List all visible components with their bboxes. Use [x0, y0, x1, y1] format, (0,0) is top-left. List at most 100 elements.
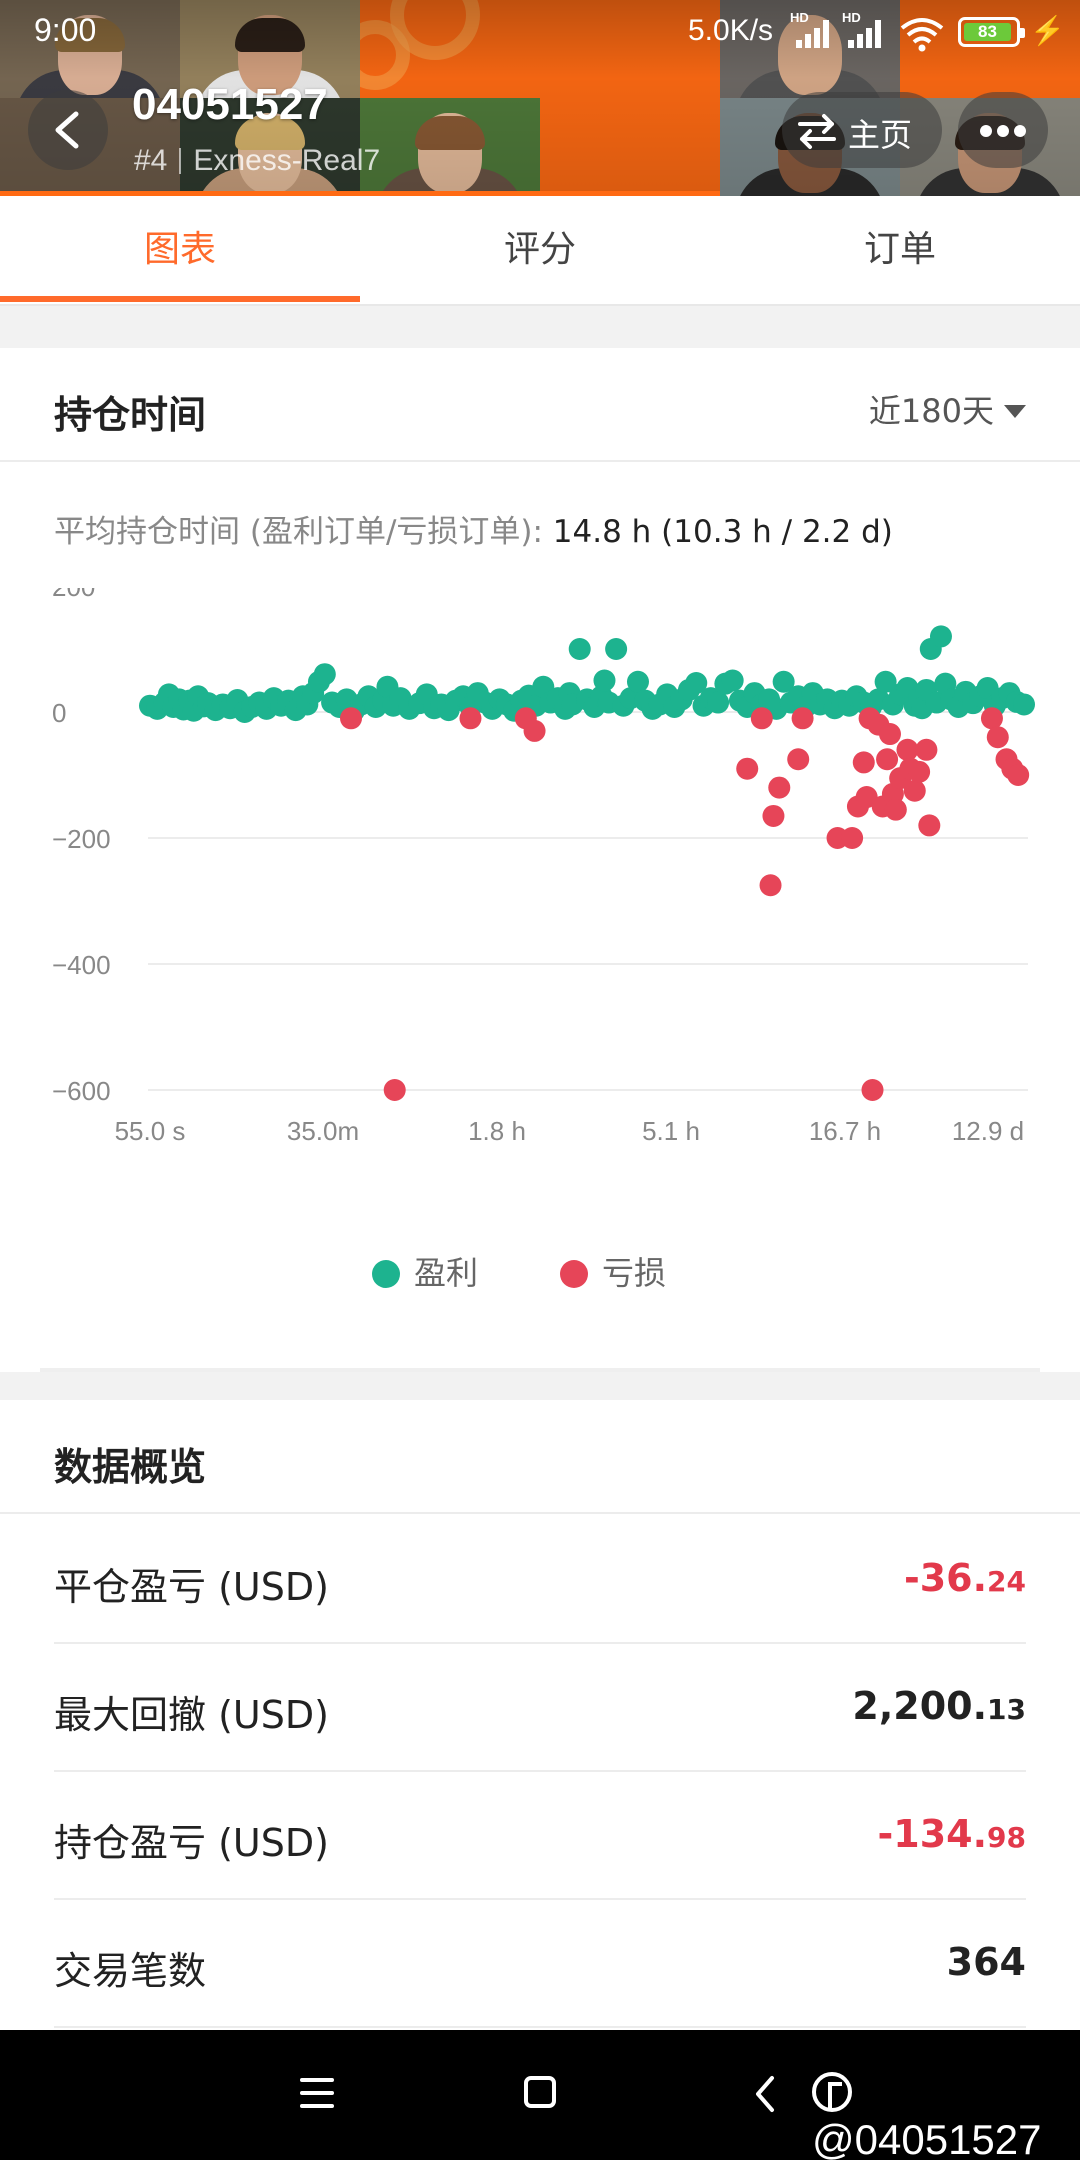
system-navigation-bar: @04051527 [0, 2030, 1080, 2160]
active-tab-indicator [0, 296, 360, 302]
account-server: Exness-Real7 [193, 144, 381, 177]
y-tick-label: 0 [52, 698, 66, 728]
home-square-icon[interactable] [524, 2076, 556, 2108]
overview-row: 持仓盈亏 (USD) -134.98 [54, 1772, 1026, 1900]
home-button-label: 主页 [848, 116, 913, 154]
loss-point [980, 707, 1003, 730]
loss-point [903, 779, 926, 802]
open-pnl-value: -134.98 [877, 1812, 1027, 1856]
card-header: 数据概览 [0, 1400, 1080, 1514]
loss-point [918, 814, 941, 837]
range-dropdown-label: 近180天 [868, 392, 994, 430]
back-button[interactable] [28, 90, 108, 170]
data-overview-card: 数据概览 平仓盈亏 (USD) -36.24 最大回撤 (USD) 2,200.… [0, 1400, 1080, 2040]
cell-signal-icon [848, 18, 888, 48]
loss-point [762, 804, 785, 827]
chevron-left-icon [55, 111, 79, 149]
account-number: 04051527 [132, 80, 328, 129]
loss-point [340, 707, 363, 730]
platform-logo-icon [812, 2072, 852, 2112]
more-options-button[interactable] [958, 92, 1048, 168]
battery-icon: 83 [958, 17, 1025, 47]
back-triangle-icon[interactable] [754, 2074, 778, 2114]
legend-dot-icon [372, 1260, 400, 1288]
loss-point [750, 707, 773, 730]
tab-chart[interactable]: 图表 [0, 196, 360, 304]
account-subtitle: #4 Exness-Real7 [134, 144, 380, 178]
loss-point [884, 798, 907, 821]
closed-pnl-label: 平仓盈亏 (USD) [54, 1565, 329, 1609]
average-holding-label: 平均持仓时间 (盈利订单/亏损订单): [54, 514, 543, 550]
legend-label-loss: 亏损 [602, 1254, 667, 1292]
card-header: 持仓时间 近180天 [0, 348, 1080, 462]
x-tick-label: 5.1 h [642, 1116, 700, 1146]
account-header: 9:00 5.0K/s HD HD 83 ⚡ 04051527 #4 Exness… [0, 0, 1080, 196]
loss-point [878, 723, 901, 746]
loss-point [908, 760, 931, 783]
profit-point [626, 670, 649, 693]
x-tick-label: 12.9 d [952, 1116, 1024, 1146]
x-tick-label: 1.8 h [468, 1116, 526, 1146]
loss-point [896, 738, 919, 761]
home-button[interactable]: 主页 [782, 92, 942, 168]
loss-point [383, 1079, 406, 1101]
loss-point [791, 707, 814, 730]
x-tick-label: 16.7 h [809, 1116, 881, 1146]
legend-label-profit: 盈利 [414, 1254, 479, 1292]
x-tick-label: 35.0m [287, 1116, 359, 1146]
tab-orders[interactable]: 订单 [720, 196, 1080, 304]
tab-bar: 图表 评分 订单 [0, 196, 1080, 306]
loss-point [915, 738, 938, 761]
watermark-text: @04051527 [812, 2116, 1042, 2160]
charging-bolt-icon: ⚡ [1030, 15, 1065, 46]
holding-time-card: 持仓时间 近180天 平均持仓时间 (盈利订单/亏损订单): 14.8 h (1… [0, 348, 1080, 1372]
x-tick-label: 55.0 s [115, 1116, 186, 1146]
legend-dot-icon [560, 1260, 588, 1288]
overview-row: 最大回撤 (USD) 2,200.13 [54, 1644, 1026, 1772]
profit-point [707, 691, 730, 714]
profit-point [1013, 693, 1035, 716]
legend-item-loss[interactable]: 亏损 [560, 1248, 666, 1294]
loss-point [1007, 764, 1030, 786]
swap-arrows-icon [798, 114, 836, 149]
trade-count-label: 交易笔数 [54, 1949, 207, 1993]
loss-point [768, 776, 791, 799]
y-tick-label: −600 [52, 1076, 111, 1106]
loss-point [852, 751, 875, 774]
holding-time-scatter-chart: 200 0 −200 −400 −60055.0 s 35.0m 1.8 h 5.1 h 16.… [52, 588, 1035, 1146]
profit-point [721, 669, 744, 692]
loss-point [736, 757, 759, 780]
trade-count-value: 364 [946, 1940, 1026, 1984]
tab-score[interactable]: 评分 [360, 196, 720, 304]
y-tick-label: 200 [52, 588, 95, 602]
status-time: 9:00 [34, 12, 97, 48]
profit-point [593, 669, 616, 692]
range-dropdown[interactable]: 近180天 [869, 386, 1026, 432]
average-holding-value: 14.8 h (10.3 h / 2.2 d) [552, 514, 893, 550]
profit-point [313, 663, 336, 686]
triangle-down-icon [1004, 405, 1026, 418]
loss-point [861, 1079, 884, 1101]
profit-point [568, 638, 591, 660]
max-drawdown-label: 最大回撤 (USD) [54, 1693, 329, 1737]
loss-point [787, 748, 810, 771]
account-rank: #4 [134, 144, 168, 177]
profit-point [929, 625, 952, 648]
max-drawdown-value: 2,200.13 [852, 1684, 1026, 1728]
cell-signal-icon [796, 18, 836, 48]
legend-item-profit[interactable]: 盈利 [372, 1248, 478, 1294]
overview-row: 平仓盈亏 (USD) -36.24 [54, 1516, 1026, 1644]
status-bar: 9:00 5.0K/s HD HD 83 ⚡ [0, 0, 1080, 66]
profit-point [605, 638, 628, 660]
chart-legend: 盈利 亏损 [0, 1248, 1080, 1298]
wifi-icon [900, 18, 944, 52]
loss-point [759, 874, 782, 897]
y-tick-label: −400 [52, 950, 111, 980]
y-tick-label: −200 [52, 824, 111, 854]
loss-point [523, 719, 546, 742]
loss-point [876, 748, 899, 771]
menu-icon[interactable] [300, 2078, 334, 2108]
closed-pnl-value: -36.24 [903, 1556, 1026, 1600]
loss-point [841, 827, 864, 849]
watermark: @04051527 [812, 2068, 1080, 2160]
